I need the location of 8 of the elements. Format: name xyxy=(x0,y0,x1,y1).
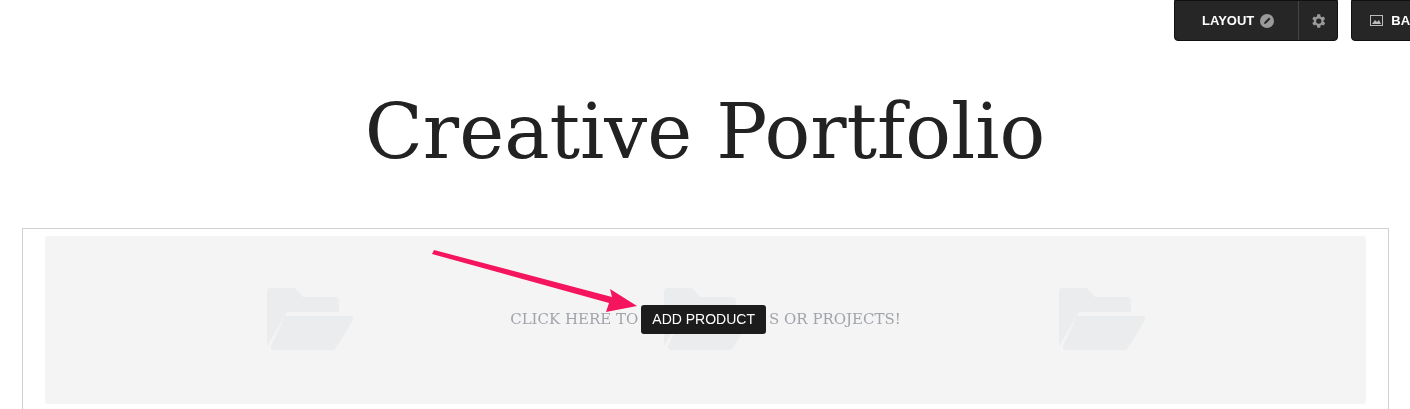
empty-state-text: S OR PROJECTS! xyxy=(769,309,901,331)
empty-state-panel[interactable]: CLICK HERE TO ADD PRODUCT S OR PROJECTS! xyxy=(45,236,1366,404)
pencil-icon xyxy=(1260,13,1275,28)
background-button[interactable]: BA xyxy=(1351,0,1410,41)
empty-state-text: CLICK HERE TO xyxy=(510,309,639,331)
tooltip: ADD PRODUCT xyxy=(641,305,766,334)
page-title: Creative Portfolio xyxy=(364,86,1046,178)
image-icon xyxy=(1370,15,1384,26)
